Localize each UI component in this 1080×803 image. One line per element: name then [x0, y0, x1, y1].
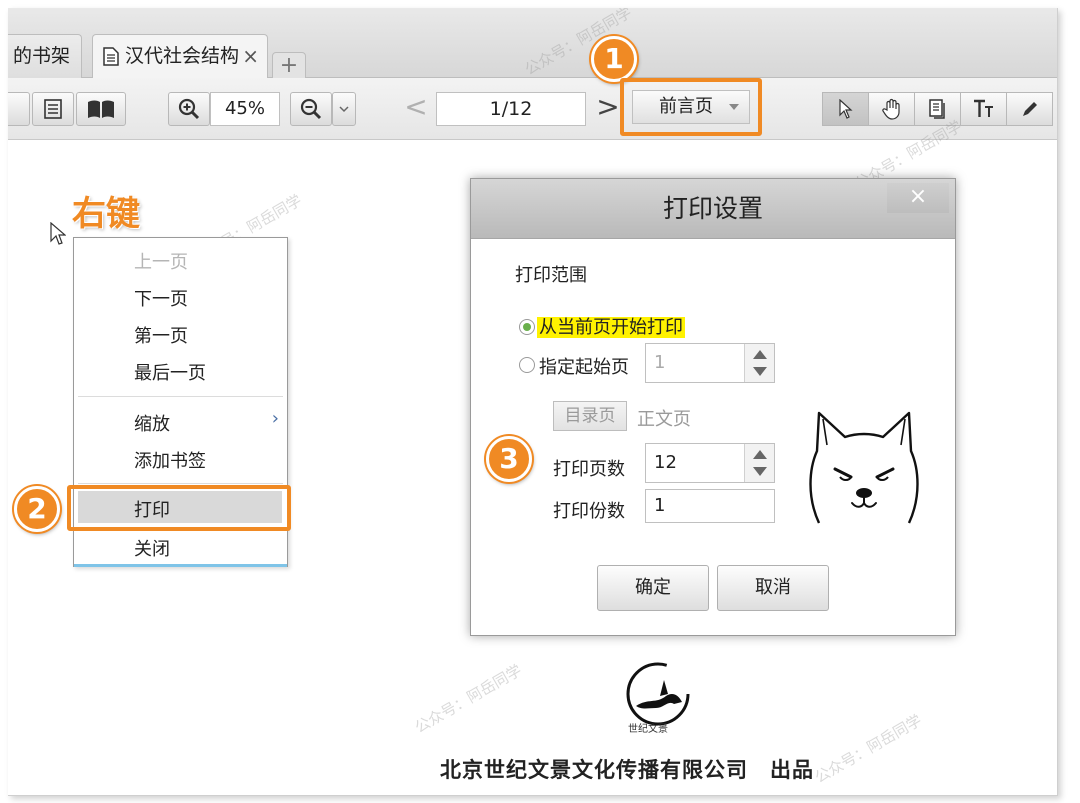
stepper-buttons[interactable]	[744, 444, 774, 482]
watermark: 公众号：阿岳同学	[811, 711, 925, 787]
menu-item-add-bookmark[interactable]: 添加书签	[134, 447, 206, 473]
single-page-icon	[44, 99, 62, 119]
radio-from-current-page[interactable]	[519, 319, 535, 335]
highlight: 从当前页开始打印	[537, 317, 685, 338]
menu-item-next-page[interactable]: 下一页	[134, 285, 188, 311]
pen-tool-button[interactable]	[1006, 92, 1053, 126]
tool-group	[822, 92, 1057, 126]
dialog-title: 打印设置	[471, 179, 955, 239]
from-current-page-label: 从当前页开始打印	[537, 313, 685, 339]
hand-tool-button[interactable]	[868, 92, 915, 126]
print-highlight	[67, 485, 291, 531]
arrow-up-icon[interactable]	[753, 350, 767, 359]
tab-bookshelf[interactable]: 的书架	[8, 34, 82, 78]
pointer-icon	[838, 99, 853, 119]
toc-page-button[interactable]: 目录页	[553, 401, 627, 431]
page-count-value: 12	[654, 452, 677, 473]
zoom-in-button[interactable]	[168, 92, 210, 126]
step-badge-2: 2	[14, 486, 60, 532]
watermark: 公众号：阿岳同学	[411, 661, 525, 737]
pen-icon	[1022, 102, 1037, 116]
zoom-in-icon	[178, 98, 200, 120]
cancel-button[interactable]: 取消	[717, 565, 829, 611]
radio-specify-start-page[interactable]	[519, 357, 535, 373]
submenu-arrow-icon: ›	[271, 408, 279, 429]
print-range-label: 打印范围	[515, 265, 587, 286]
pages-icon	[928, 99, 945, 119]
right-click-annotation: 右键	[72, 194, 140, 234]
chevron-down-icon	[339, 106, 349, 113]
hand-icon	[881, 98, 900, 120]
document-icon	[103, 47, 119, 66]
zoom-dropdown-button[interactable]	[332, 92, 356, 126]
page-count-stepper[interactable]: 12	[645, 443, 775, 483]
page-number-input[interactable]: 1/12	[436, 92, 586, 126]
menu-item-first-page[interactable]: 第一页	[134, 322, 188, 348]
arrow-down-icon[interactable]	[753, 367, 767, 376]
prev-page-highlight: 前言页	[620, 78, 762, 136]
tab-label: 的书架	[13, 45, 71, 67]
menu-item-last-page[interactable]: 最后一页	[134, 359, 206, 385]
start-page-stepper[interactable]: 1	[645, 343, 775, 383]
tab-document[interactable]: 汉代社会结构 ×	[92, 34, 268, 78]
step-badge-1: 1	[591, 36, 637, 82]
zoom-out-button[interactable]	[290, 92, 332, 126]
menu-item-print[interactable]: 打印	[134, 496, 170, 522]
mouse-cursor-icon	[50, 222, 66, 245]
ok-button[interactable]: 确定	[597, 565, 709, 611]
zoom-level-input[interactable]: 45%	[210, 92, 280, 126]
start-page-value: 1	[654, 352, 666, 373]
print-settings-dialog: 打印设置 × 打印范围 从当前页开始打印 指定起始页 1 目录页 正文页 打印页…	[470, 178, 956, 636]
logo-caption: 世纪文景	[628, 724, 668, 735]
tab-label: 汉代社会结构	[125, 45, 240, 67]
zoom-out-icon	[300, 98, 322, 120]
select-tool-button[interactable]	[822, 92, 869, 126]
text-tool-button[interactable]	[960, 92, 1007, 126]
body-page-label[interactable]: 正文页	[637, 405, 691, 431]
page-count-label: 打印页数	[553, 459, 625, 480]
chevron-down-icon	[729, 104, 739, 110]
two-page-view-button[interactable]	[76, 92, 126, 126]
dialog-close-button[interactable]: ×	[887, 183, 949, 213]
view-mode-button[interactable]	[8, 92, 30, 126]
stepper-buttons[interactable]	[744, 344, 774, 382]
arrow-up-icon[interactable]	[753, 450, 767, 459]
tab-close-icon[interactable]: ×	[242, 35, 259, 77]
open-book-icon	[88, 100, 114, 118]
arrow-down-icon[interactable]	[753, 467, 767, 476]
copies-label: 打印份数	[553, 501, 625, 522]
single-page-view-button[interactable]	[32, 92, 74, 126]
preface-page-button[interactable]: 前言页	[632, 90, 750, 124]
reader-window: 的书架 汉代社会结构 × + 45% < 1/12 > 1 前言页 公众号：阿岳…	[8, 8, 1058, 796]
menu-item-prev-page[interactable]: 上一页	[134, 248, 188, 274]
preface-page-label: 前言页	[659, 96, 713, 117]
copies-input[interactable]: 1	[645, 489, 775, 523]
publisher-name: 北京世纪文景文化传播有限公司 出品	[440, 757, 814, 782]
specify-start-page-label: 指定起始页	[539, 357, 629, 378]
menu-item-zoom[interactable]: 缩放	[134, 410, 170, 436]
prev-page-arrow[interactable]: <	[400, 92, 432, 126]
step-badge-3: 3	[486, 436, 532, 482]
menu-separator	[78, 483, 283, 484]
menu-separator	[78, 396, 283, 397]
menu-item-close[interactable]: 关闭	[134, 535, 170, 561]
dog-sticker-icon	[809, 411, 919, 524]
text-size-icon	[973, 99, 993, 117]
new-tab-button[interactable]: +	[272, 52, 306, 78]
